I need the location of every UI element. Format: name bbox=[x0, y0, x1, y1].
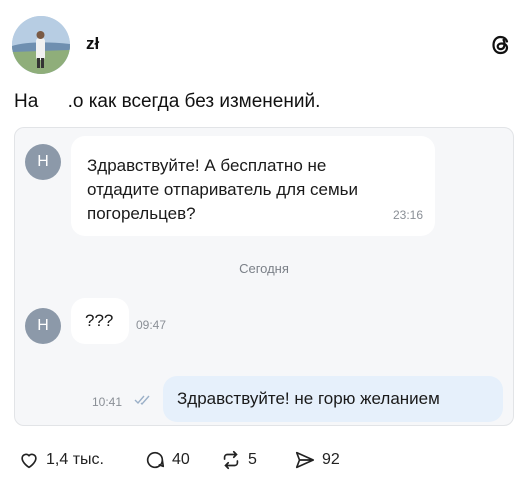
message-text: ??? bbox=[85, 311, 114, 330]
repost-icon bbox=[223, 450, 239, 470]
like-count: 1,4 тыс. bbox=[46, 451, 104, 468]
post-text-start: На bbox=[14, 91, 44, 112]
chat-avatar: Н bbox=[25, 144, 61, 180]
chat-screenshot[interactable]: Н Здравствуйте! А бесплатно не отдадите … bbox=[14, 127, 514, 426]
redacted-area bbox=[43, 92, 68, 111]
comment-count: 40 bbox=[172, 451, 190, 468]
threads-logo-icon[interactable] bbox=[488, 32, 514, 58]
comment-icon bbox=[146, 451, 165, 469]
repost-button[interactable]: 5 bbox=[220, 448, 257, 472]
outgoing-message: Здравствуйте! не горю желанием bbox=[163, 376, 503, 422]
message-time: 10:41 bbox=[92, 395, 123, 409]
message-time: 23:16 bbox=[392, 208, 423, 222]
message-time: 09:47 bbox=[136, 318, 167, 332]
post-actions: 1,4 тыс. 40 5 92 bbox=[14, 448, 514, 472]
share-icon bbox=[295, 451, 315, 469]
post-text: На .о как всегда без изменений. bbox=[14, 91, 320, 113]
share-button[interactable]: 92 bbox=[294, 448, 340, 472]
repost-count: 5 bbox=[248, 451, 257, 468]
message-text: Здравствуйте! не горю желанием bbox=[177, 389, 440, 408]
like-button[interactable]: 1,4 тыс. bbox=[18, 448, 104, 472]
incoming-message: ??? bbox=[71, 298, 129, 344]
message-text: Здравствуйте! А бесплатно не отдадите от… bbox=[87, 156, 359, 223]
double-check-icon bbox=[134, 395, 150, 406]
heart-icon bbox=[21, 453, 37, 469]
avatar[interactable] bbox=[12, 16, 70, 74]
incoming-message: Здравствуйте! А бесплатно не отдадите от… bbox=[71, 136, 435, 236]
username[interactable]: zł bbox=[86, 34, 99, 54]
post-header: zł bbox=[12, 16, 518, 76]
date-separator: Сегодня bbox=[239, 261, 289, 276]
share-count: 92 bbox=[322, 451, 340, 468]
post-text-end: .о как всегда без изменений. bbox=[67, 91, 321, 112]
comment-button[interactable]: 40 bbox=[144, 448, 190, 472]
chat-avatar: Н bbox=[25, 308, 61, 344]
